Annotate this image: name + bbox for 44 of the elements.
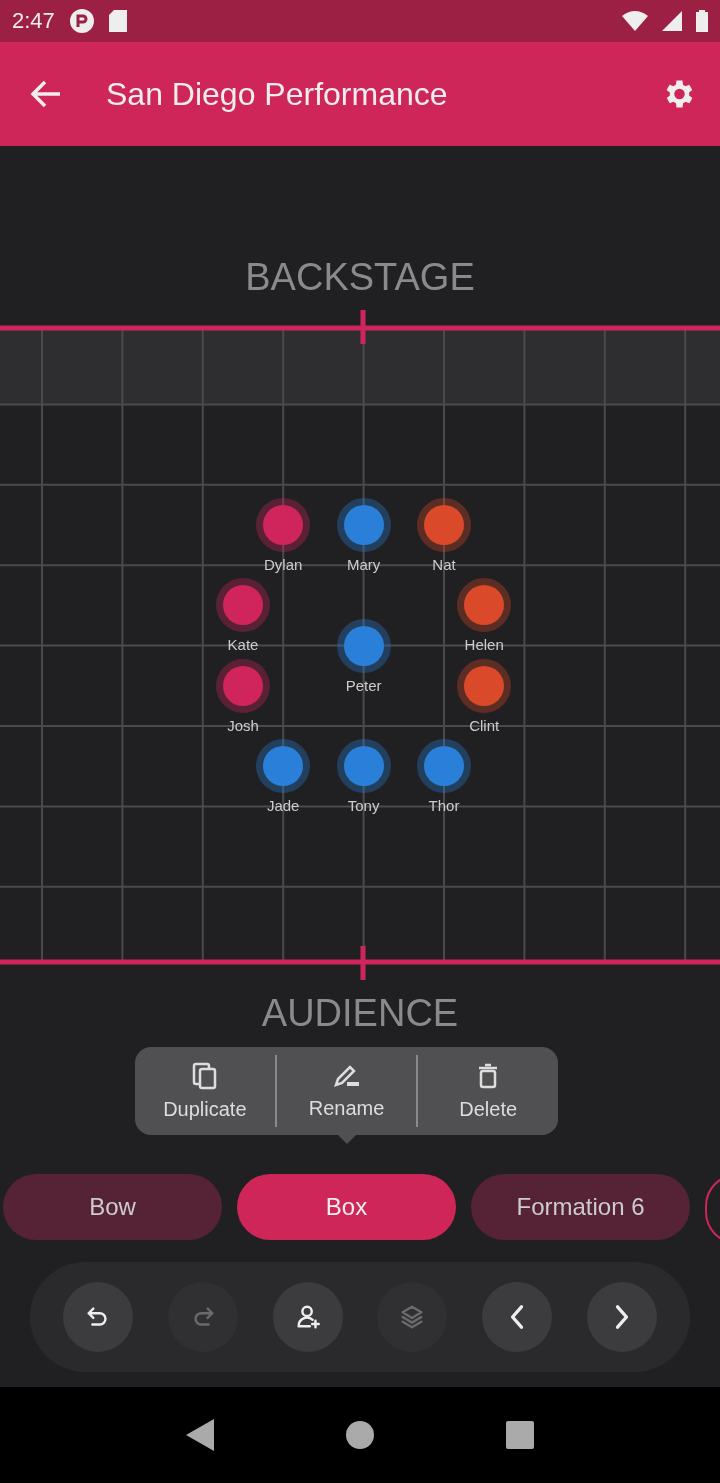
dancer-name: Dylan bbox=[264, 556, 303, 573]
dancer-name: Helen bbox=[464, 636, 504, 654]
dancer-dot[interactable] bbox=[263, 746, 304, 787]
dancer-dot[interactable] bbox=[464, 585, 505, 626]
notification-icon bbox=[68, 8, 95, 34]
dancer-name: Nat bbox=[432, 556, 456, 573]
backstage-label: BACKSTAGE bbox=[244, 256, 476, 300]
dancer-name: Clint bbox=[469, 716, 500, 734]
dancer-name: Mary bbox=[346, 556, 381, 573]
dancer-dot[interactable] bbox=[263, 505, 304, 545]
trash-icon bbox=[477, 1061, 500, 1090]
home-icon[interactable] bbox=[346, 1421, 374, 1449]
dancer-dot[interactable] bbox=[424, 505, 464, 545]
dancer-name: Jade bbox=[266, 797, 300, 815]
signal-icon bbox=[662, 11, 682, 31]
clock: 2:47 bbox=[12, 8, 55, 34]
wifi-icon bbox=[622, 11, 648, 31]
dancer-dot[interactable] bbox=[343, 505, 384, 545]
formation-chip[interactable]: Box bbox=[237, 1174, 456, 1240]
audience-label: AUDIENCE bbox=[260, 992, 460, 1036]
battery-icon bbox=[696, 10, 708, 32]
sd-card-icon bbox=[108, 10, 127, 32]
dancer-dot[interactable] bbox=[343, 625, 384, 666]
chevron-right-icon bbox=[615, 1304, 629, 1330]
dancer-dot[interactable] bbox=[223, 585, 263, 626]
formation-chip[interactable]: Bow bbox=[3, 1174, 222, 1240]
back-arrow-icon[interactable] bbox=[30, 80, 62, 108]
duplicate-button[interactable]: Duplicate bbox=[135, 1061, 275, 1121]
dancer-name: Josh bbox=[227, 716, 259, 734]
formation-chip[interactable]: Formation 6 bbox=[471, 1174, 690, 1240]
chevron-left-icon bbox=[510, 1304, 525, 1330]
dancer-name: Tony bbox=[347, 797, 380, 815]
dancer-dot[interactable] bbox=[223, 665, 263, 706]
dancer-name: Kate bbox=[227, 636, 259, 654]
rename-button[interactable]: Rename bbox=[276, 1062, 417, 1120]
copy-icon bbox=[191, 1061, 218, 1090]
dancer-dot[interactable] bbox=[343, 746, 384, 787]
dancer-dot[interactable] bbox=[424, 746, 464, 787]
delete-button[interactable]: Delete bbox=[418, 1061, 558, 1121]
back-icon[interactable] bbox=[186, 1419, 214, 1451]
dancer-dot[interactable] bbox=[464, 665, 505, 706]
dancer-name: Peter bbox=[345, 676, 382, 694]
dancer-name: Thor bbox=[428, 797, 460, 815]
screen-title: San Diego Performance bbox=[106, 75, 449, 113]
